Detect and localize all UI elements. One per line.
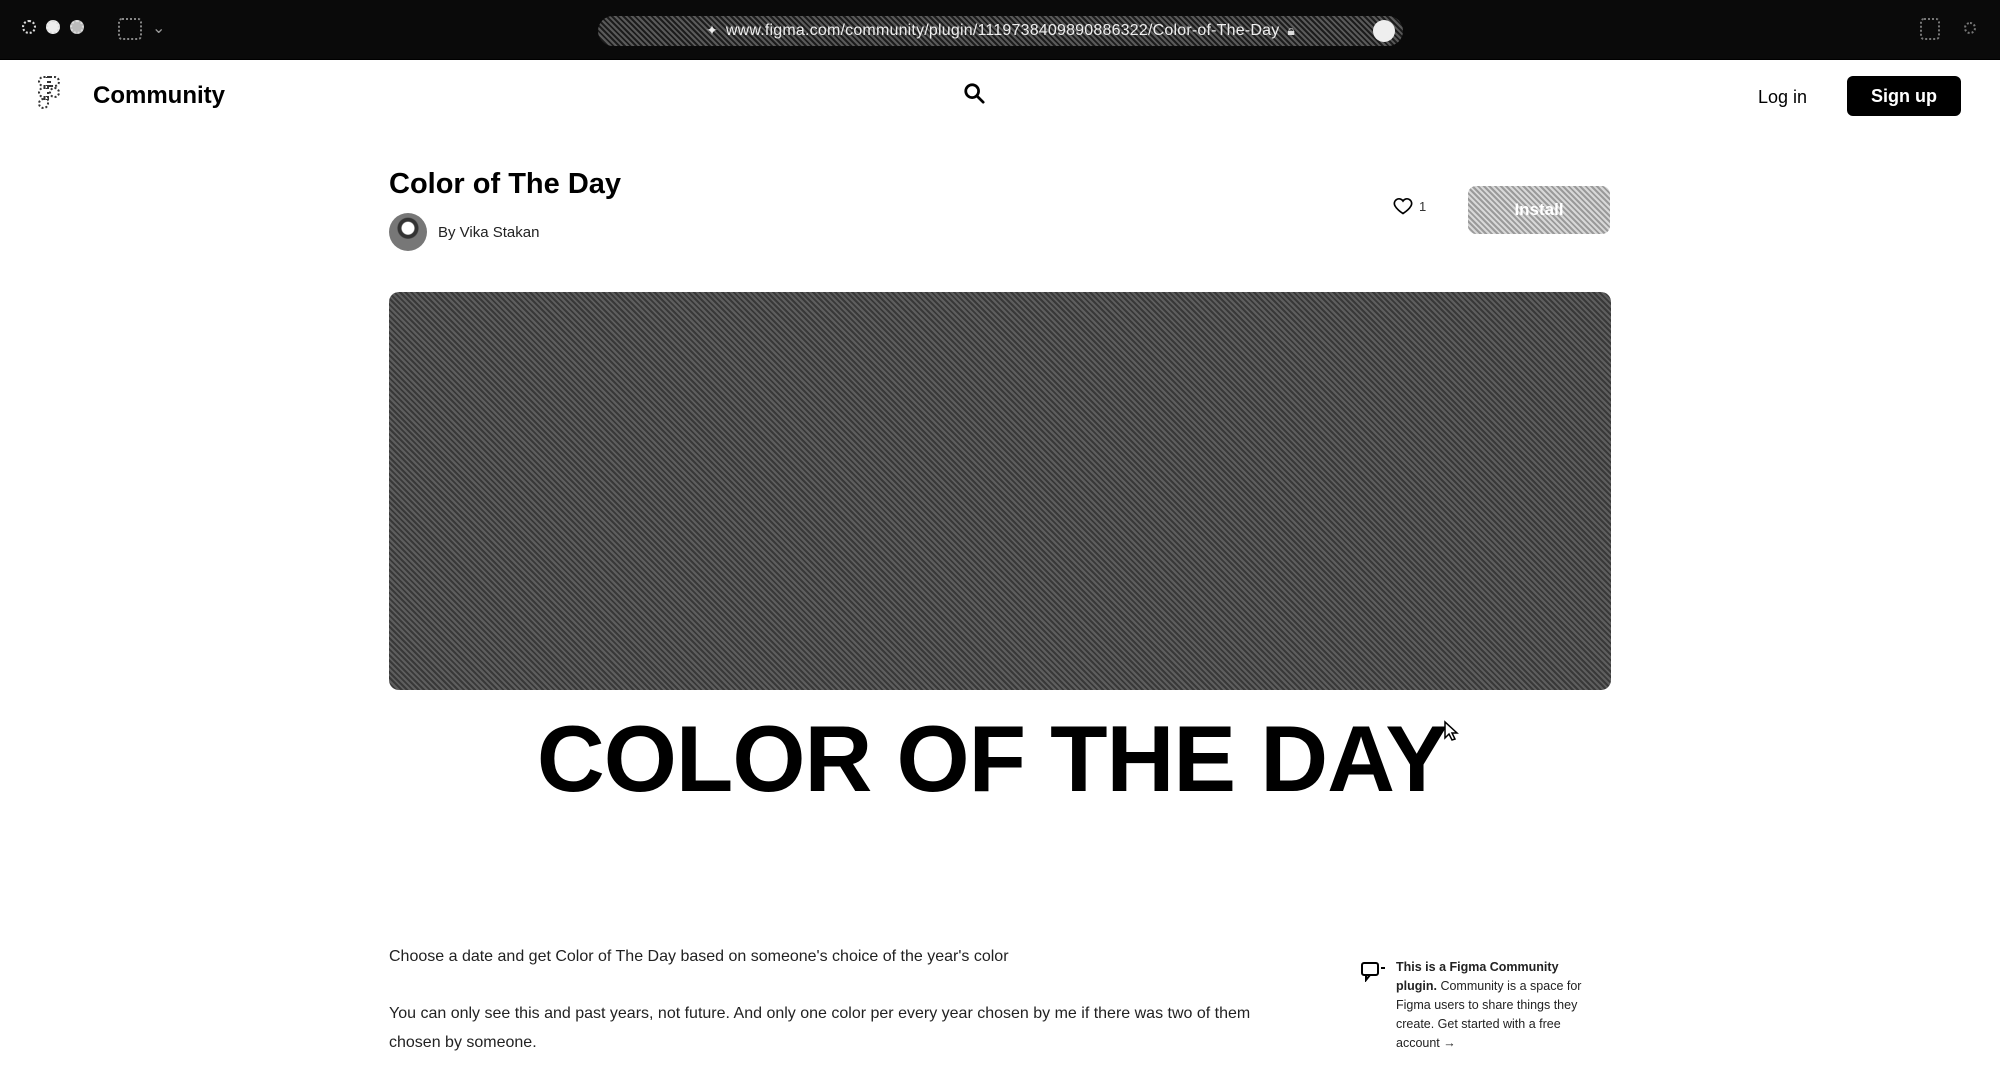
share-icon[interactable] bbox=[1920, 18, 1940, 40]
community-info-text[interactable]: This is a Figma Community plugin. Commun… bbox=[1396, 958, 1596, 1053]
plugin-title: Color of The Day bbox=[389, 168, 622, 200]
author-line[interactable]: By Vika Stakan bbox=[438, 224, 539, 241]
community-icon bbox=[1361, 962, 1385, 982]
download-icon[interactable] bbox=[1964, 22, 1976, 34]
figma-logo-icon[interactable] bbox=[38, 76, 60, 110]
maximize-window-button[interactable] bbox=[70, 20, 84, 34]
description-paragraph: You can only see this and past years, no… bbox=[389, 1005, 1251, 1051]
minimize-window-button[interactable] bbox=[46, 20, 60, 34]
window-controls bbox=[22, 20, 84, 34]
address-bar[interactable]: ✦ www.figma.com/community/plugin/1119738… bbox=[598, 16, 1403, 46]
community-link[interactable]: Community bbox=[93, 82, 225, 110]
close-window-button[interactable] bbox=[22, 20, 36, 34]
heart-icon bbox=[1393, 197, 1413, 215]
plugin-description: Choose a date and get Color of The Day b… bbox=[389, 942, 1259, 1085]
cover-heading-text: COLOR OF THE DAY bbox=[536, 706, 1448, 811]
cover-image bbox=[389, 292, 1611, 690]
login-link[interactable]: Log in bbox=[1758, 87, 1807, 108]
like-button[interactable]: 1 bbox=[1393, 196, 1426, 216]
avatar[interactable] bbox=[389, 213, 427, 251]
site-header: Community Log in Sign up bbox=[0, 62, 2000, 127]
extension-icon[interactable] bbox=[1373, 20, 1395, 42]
install-button[interactable]: Install bbox=[1468, 186, 1610, 234]
sidebar-icon[interactable] bbox=[118, 18, 142, 40]
lock-icon: 🔒︎ bbox=[1287, 23, 1295, 39]
cover-heading: COLOR OF THE DAY bbox=[0, 705, 2000, 813]
browser-toolbar: ⌄ ✦ www.figma.com/community/plugin/11197… bbox=[0, 0, 2000, 60]
like-count: 1 bbox=[1419, 198, 1427, 214]
cursor-icon bbox=[1444, 720, 1459, 741]
page-icon: ✦ bbox=[706, 23, 718, 39]
search-icon[interactable] bbox=[963, 82, 985, 104]
chevron-down-icon[interactable]: ⌄ bbox=[152, 18, 165, 37]
signup-button[interactable]: Sign up bbox=[1847, 76, 1961, 116]
url-text[interactable]: www.figma.com/community/plugin/111973840… bbox=[726, 22, 1280, 40]
description-paragraph: Choose a date and get Color of The Day b… bbox=[389, 948, 1009, 965]
